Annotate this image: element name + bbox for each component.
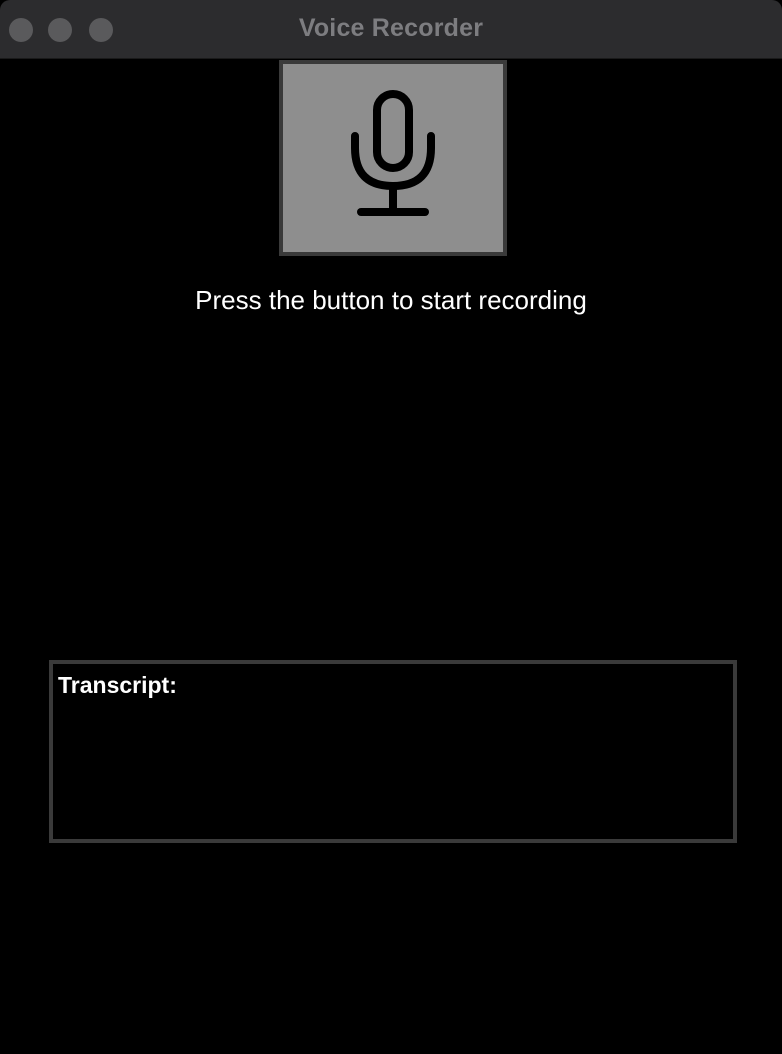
recording-status-text: Press the button to start recording: [195, 285, 587, 315]
transcript-panel[interactable]: Transcript:: [49, 660, 737, 843]
transcript-label: Transcript:: [58, 672, 177, 698]
window-title: Voice Recorder: [298, 14, 484, 42]
title-bar[interactable]: Voice Recorder: [0, 0, 782, 59]
voice-recorder-window: Voice Recorder Press the button to start…: [0, 0, 782, 1054]
microphone-icon: [343, 88, 443, 228]
record-button[interactable]: [279, 60, 507, 256]
